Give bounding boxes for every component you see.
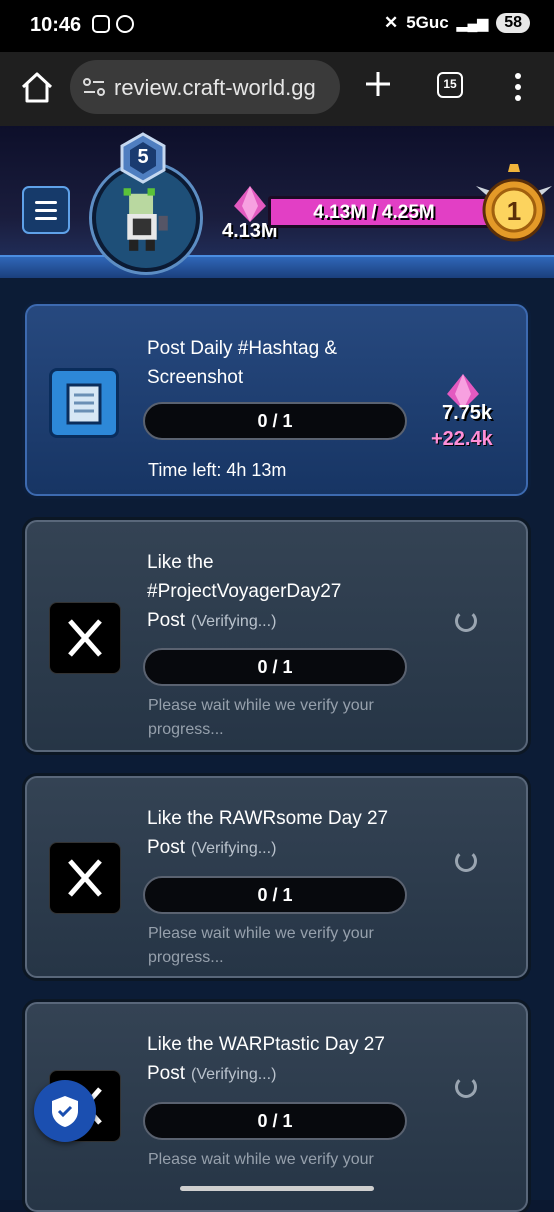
verify-note: Please wait while we verify your — [148, 1151, 374, 1168]
battery-indicator: 58 — [496, 13, 530, 33]
reward-value: 7.75k — [442, 402, 493, 424]
gem-icon — [234, 186, 266, 222]
mute-icon: ✕ — [383, 13, 399, 32]
task-card[interactable]: Post Daily #Hashtag & Screenshot 0 / 1 T… — [25, 304, 528, 496]
xp-progress-bar: 4.13M / 4.25M — [268, 196, 500, 228]
task-card[interactable]: Like the #ProjectVoyagerDay27 Post (Verif… — [25, 520, 528, 752]
xp-progress-text: 4.13M / 4.25M — [313, 202, 435, 223]
task-title: Like the WARPtastic Day 27 Post (Verifyin… — [147, 1034, 385, 1084]
browser-toolbar: review.craft-world.gg 15 — [0, 52, 554, 126]
scroll-icon — [49, 368, 119, 438]
url-text: review.craft-world.gg — [114, 75, 316, 100]
task-card[interactable]: Like the RAWRsome Day 27 Post (Verifying.… — [25, 776, 528, 978]
gesture-bar — [180, 1186, 374, 1191]
network-label: 5Guc — [406, 13, 449, 32]
security-shield-button[interactable] — [34, 1080, 96, 1142]
task-title: Like the #ProjectVoyagerDay27 Post (Verif… — [147, 552, 342, 631]
task-progress: 0 / 1 — [143, 648, 407, 686]
verify-note: Please wait while we verify your progres… — [148, 925, 374, 966]
level-number: 5 — [137, 146, 149, 168]
site-settings-icon[interactable] — [82, 76, 106, 98]
task-progress: 0 / 1 — [143, 402, 407, 440]
task-progress: 0 / 1 — [143, 876, 407, 914]
x-logo-icon — [49, 842, 121, 914]
tab-switcher-button[interactable]: 15 — [437, 72, 463, 98]
reward-bonus: +22.4k — [431, 428, 493, 450]
x-logo-icon — [49, 602, 121, 674]
verify-note: Please wait while we verify your progres… — [148, 697, 374, 738]
url-bar[interactable]: review.craft-world.gg — [70, 60, 340, 114]
main-menu-button[interactable] — [22, 186, 70, 234]
shield-check-icon — [52, 1096, 78, 1127]
task-list: Post Daily #Hashtag & Screenshot 0 / 1 T… — [0, 278, 554, 1212]
instagram-icon — [92, 15, 110, 33]
task-title: Like the RAWRsome Day 27 Post (Verifying.… — [147, 808, 389, 858]
more-menu-icon[interactable] — [513, 72, 523, 102]
new-tab-icon[interactable] — [364, 70, 392, 98]
time-left: Time left: 4h 13m — [148, 460, 287, 480]
verifying-status: (Verifying...) — [191, 840, 277, 857]
verifying-status: (Verifying...) — [191, 1066, 277, 1083]
loading-spinner-icon — [455, 610, 477, 632]
status-bar: 10:46 ✕ 5Guc ▂▄▆ 58 — [0, 0, 554, 52]
header-divider — [0, 255, 554, 279]
home-icon[interactable] — [18, 69, 56, 107]
whatsapp-icon — [116, 15, 134, 33]
task-card[interactable]: Like the WARPtastic Day 27 Post (Verifyin… — [25, 1002, 528, 1212]
task-progress: 0 / 1 — [143, 1102, 407, 1140]
status-indicators: ✕ 5Guc ▂▄▆ 58 — [384, 13, 530, 33]
signal-icon: ▂▄▆ — [456, 14, 489, 31]
verifying-status: (Verifying...) — [191, 613, 277, 630]
loading-spinner-icon — [455, 850, 477, 872]
loading-spinner-icon — [455, 1076, 477, 1098]
task-title: Post Daily #Hashtag & Screenshot — [147, 338, 338, 388]
rank-number: 1 — [506, 196, 522, 226]
status-time: 10:46 — [30, 14, 82, 36]
